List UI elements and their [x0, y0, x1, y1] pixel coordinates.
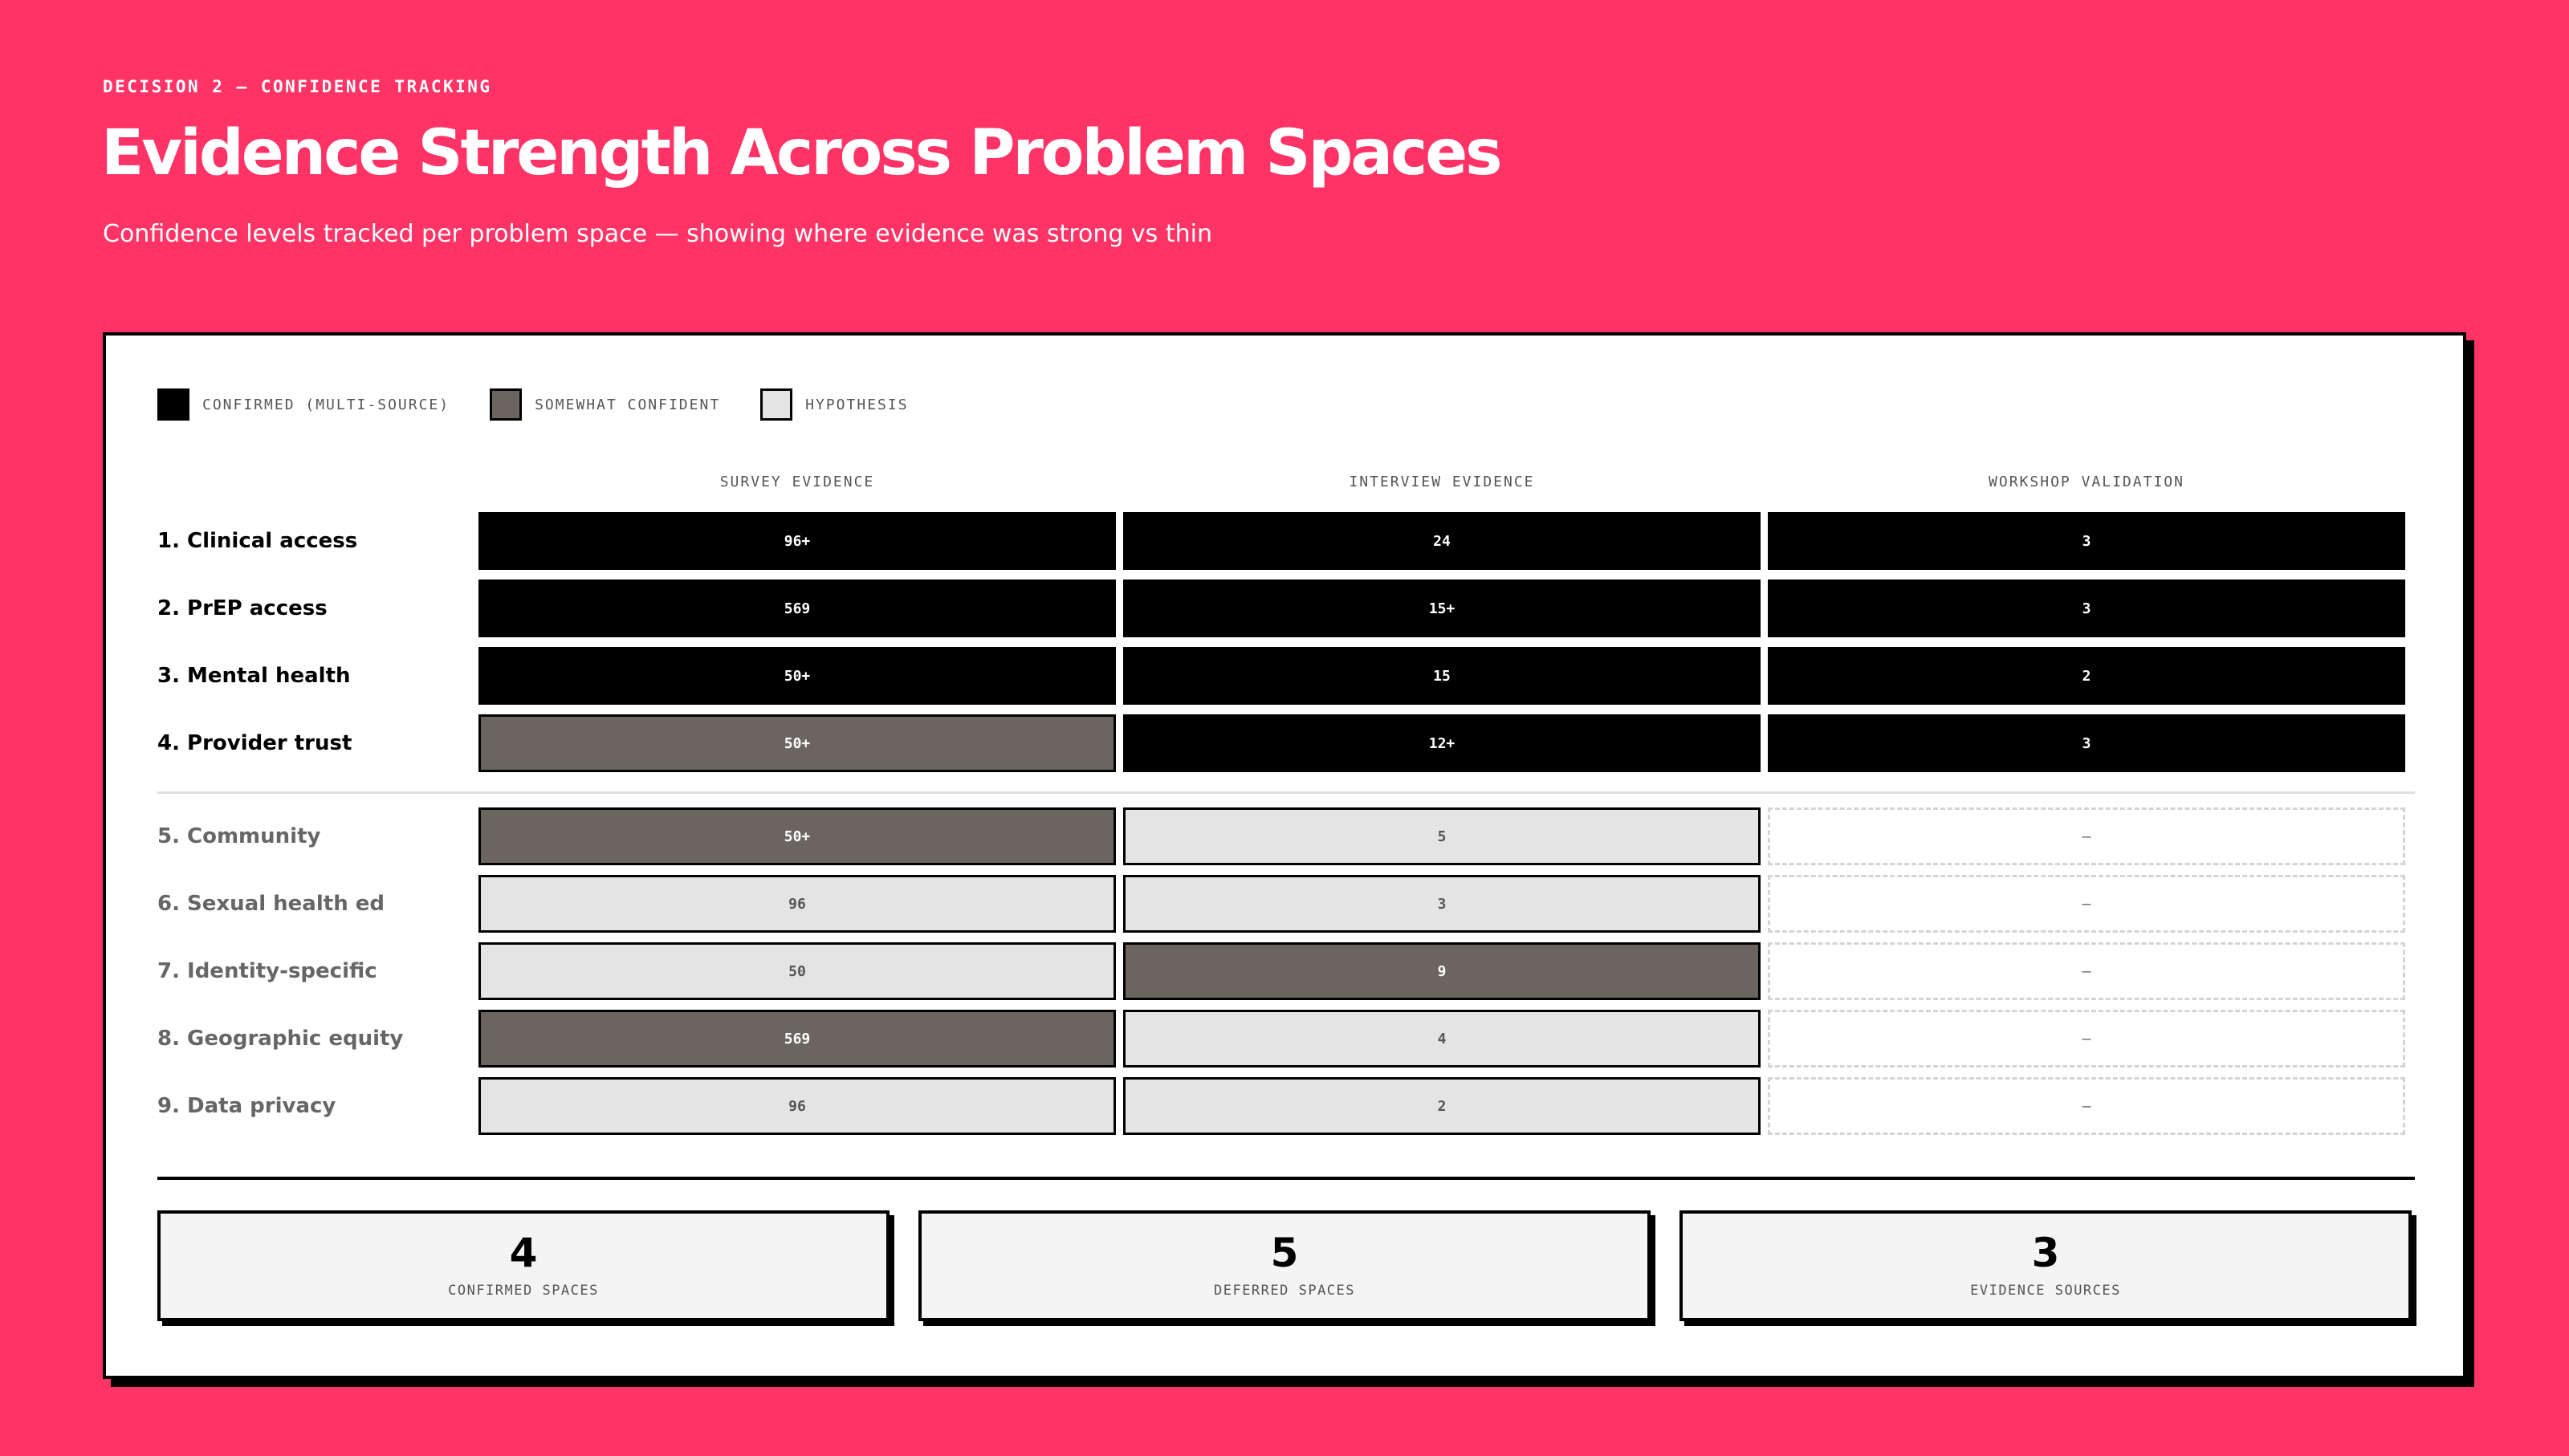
evidence-cell: – [1768, 942, 2405, 1000]
row-label: 2. PrEP access [157, 596, 328, 620]
row-label: 6. Sexual health ed [157, 892, 385, 916]
legend-item-somewhat: SOMEWHAT CONFIDENT [490, 388, 720, 421]
legend-swatch-somewhat [490, 388, 523, 421]
evidence-cell: 9 [1123, 942, 1761, 1000]
stat-evidence-sources: 3 EVIDENCE SOURCES [1679, 1210, 2412, 1321]
page-subtitle: Confidence levels tracked per problem sp… [103, 220, 1212, 248]
stat-value: 4 [509, 1230, 538, 1276]
legend-label: SOMEWHAT CONFIDENT [535, 396, 721, 413]
table-row: 9. Data privacy 96 2– [106, 1077, 2463, 1135]
evidence-cell: 3 [1768, 714, 2405, 772]
table-row: 5. Community 50+ 5– [106, 807, 2463, 865]
evidence-cell: 3 [1768, 580, 2405, 637]
table-row: 1. Clinical access 96+ 24 3 [106, 512, 2463, 570]
evidence-cell: 15 [1123, 647, 1761, 705]
stat-label: DEFERRED SPACES [1213, 1283, 1356, 1299]
row-label: 5. Community [157, 824, 321, 848]
stat-deferred-spaces: 5 DEFERRED SPACES [918, 1210, 1651, 1321]
table-row: 2. PrEP access 569 15+ 3 [106, 580, 2463, 637]
evidence-cell: 2 [1123, 1077, 1761, 1135]
stat-confirmed-spaces: 4 CONFIRMED SPACES [157, 1210, 890, 1321]
evidence-cell: – [1768, 875, 2405, 933]
evidence-cell: 569 [478, 580, 1116, 637]
evidence-cell: 96+ [478, 512, 1116, 570]
table-row: 7. Identity-specific 50 9– [106, 942, 2463, 1000]
column-header-workshop: WORKSHOP VALIDATION [1989, 474, 2184, 490]
stat-value: 3 [2031, 1230, 2060, 1276]
evidence-cell: 15+ [1123, 580, 1761, 637]
row-label: 9. Data privacy [157, 1094, 336, 1118]
evidence-cell: 3 [1768, 512, 2405, 570]
eyebrow: DECISION 2 — CONFIDENCE TRACKING [103, 77, 492, 96]
evidence-cell: 12+ [1123, 714, 1761, 772]
evidence-cell: – [1768, 1077, 2405, 1135]
row-label: 7. Identity-specific [157, 959, 377, 983]
evidence-cell: 2 [1768, 647, 2405, 705]
evidence-cell: 569 [478, 1010, 1116, 1068]
table-row: 8. Geographic equity 569 4– [106, 1010, 2463, 1068]
summary-divider [157, 1177, 2415, 1180]
row-label: 8. Geographic equity [157, 1027, 404, 1051]
evidence-cell: 96 [478, 875, 1116, 933]
group-divider [157, 791, 2415, 794]
row-label: 4. Provider trust [157, 731, 352, 755]
evidence-cell: 4 [1123, 1010, 1761, 1068]
page-title: Evidence Strength Across Problem Spaces [101, 117, 1503, 189]
row-label: 1. Clinical access [157, 529, 358, 553]
legend-item-confirmed: CONFIRMED (MULTI-SOURCE) [157, 388, 450, 421]
evidence-card: CONFIRMED (MULTI-SOURCE) SOMEWHAT CONFID… [103, 332, 2466, 1379]
legend-label: CONFIRMED (MULTI-SOURCE) [202, 396, 450, 413]
evidence-cell: – [1768, 807, 2405, 865]
legend-swatch-hypothesis [760, 388, 793, 421]
evidence-cell: 50+ [478, 807, 1116, 865]
table-row: 3. Mental health 50+ 15 2 [106, 647, 2463, 705]
stat-label: EVIDENCE SOURCES [1970, 1283, 2121, 1299]
stat-label: CONFIRMED SPACES [448, 1283, 599, 1299]
evidence-cell: 3 [1123, 875, 1761, 933]
evidence-cell: 96 [478, 1077, 1116, 1135]
stat-value: 5 [1270, 1230, 1299, 1276]
evidence-cell: 24 [1123, 512, 1761, 570]
table-row: 6. Sexual health ed 96 3– [106, 875, 2463, 933]
evidence-cell: 50+ [478, 647, 1116, 705]
legend-item-hypothesis: HYPOTHESIS [760, 388, 908, 421]
evidence-cell: 50+ [478, 714, 1116, 772]
evidence-cell: 5 [1123, 807, 1761, 865]
evidence-cell: – [1768, 1010, 2405, 1068]
table-row: 4. Provider trust 50+ 12+ 3 [106, 714, 2463, 772]
column-header-interview: INTERVIEW EVIDENCE [1349, 474, 1535, 490]
column-header-survey: SURVEY EVIDENCE [719, 474, 875, 490]
evidence-cell: 50 [478, 942, 1116, 1000]
row-label: 3. Mental health [157, 664, 351, 688]
legend: CONFIRMED (MULTI-SOURCE) SOMEWHAT CONFID… [157, 388, 949, 421]
legend-label: HYPOTHESIS [805, 396, 909, 413]
legend-swatch-confirmed [157, 388, 189, 421]
